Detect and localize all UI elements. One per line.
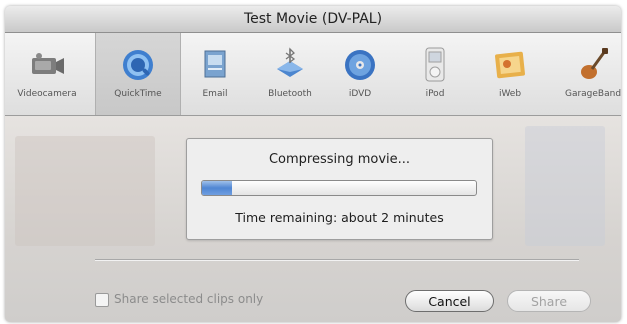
toolbar-item-iweb[interactable]: iWeb (468, 33, 552, 115)
toolbar-label: Videocamera (17, 89, 77, 99)
idvd-icon (340, 45, 380, 85)
divider (95, 259, 579, 261)
toolbar-label: QuickTime (114, 89, 162, 99)
toolbar-item-ipod[interactable]: iPod (393, 33, 477, 115)
iweb-icon (490, 45, 530, 85)
background-preview (15, 136, 155, 246)
ipod-icon (415, 45, 455, 85)
progress-bar (201, 180, 477, 196)
toolbar-label: iPod (425, 89, 445, 99)
toolbar-item-quicktime[interactable]: QuickTime (95, 33, 181, 115)
share-toolbar: Videocamera QuickTime Email Bluetooth iD… (5, 33, 621, 116)
videocamera-icon (27, 45, 67, 85)
toolbar-label: iWeb (498, 89, 522, 99)
time-remaining: Time remaining: about 2 minutes (235, 210, 444, 225)
progress-status: Compressing movie... (268, 152, 411, 167)
toolbar-item-videocamera[interactable]: Videocamera (5, 33, 89, 115)
progress-panel: Compressing movie... Time remaining: abo… (186, 138, 493, 240)
toolbar-label: GarageBand (564, 89, 621, 99)
share-selected-checkbox[interactable] (95, 293, 109, 307)
toolbar-label: Email (202, 89, 228, 99)
quicktime-icon (118, 45, 158, 85)
export-window: Test Movie (DV-PAL) Videocamera QuickTim… (5, 6, 621, 322)
email-icon (195, 45, 235, 85)
window-title: Test Movie (DV-PAL) (5, 6, 621, 33)
content-area: Compressing movie... Time remaining: abo… (5, 116, 621, 322)
progress-bar-fill (202, 181, 233, 195)
bluetooth-icon (270, 45, 310, 85)
toolbar-item-garageband[interactable]: GarageBand (551, 33, 621, 115)
toolbar-item-idvd[interactable]: iDVD (318, 33, 402, 115)
background-preview (525, 126, 605, 246)
share-selected-label: Share selected clips only (114, 292, 264, 306)
share-button[interactable]: Share (507, 290, 591, 312)
toolbar-item-email[interactable]: Email (173, 33, 257, 115)
garageband-icon (573, 45, 613, 85)
cancel-button[interactable]: Cancel (405, 290, 494, 312)
toolbar-label: iDVD (348, 89, 372, 99)
